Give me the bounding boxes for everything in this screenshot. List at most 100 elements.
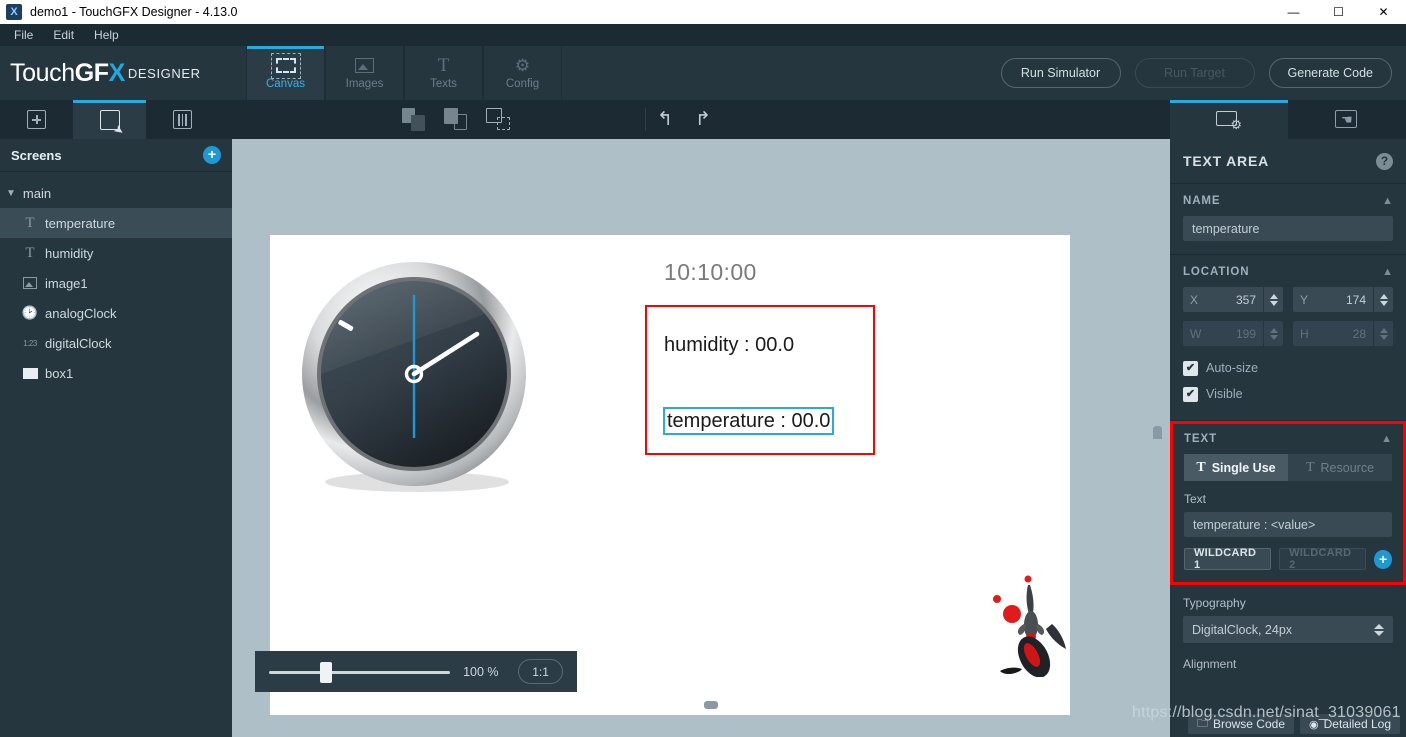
tree-item-box1[interactable]: box1: [0, 358, 232, 388]
autosize-label: Auto-size: [1206, 361, 1259, 375]
tree-item-label: humidity: [45, 245, 94, 261]
visible-checkbox[interactable]: ✔: [1183, 386, 1198, 402]
temperature-text-widget[interactable]: temperature : 00.0: [663, 407, 835, 435]
detailed-log-button[interactable]: ◉ Detailed Log: [1300, 714, 1400, 734]
analog-clock-widget[interactable]: [295, 258, 535, 498]
maximize-button[interactable]: ☐: [1316, 0, 1361, 24]
resource-label: Resource: [1320, 460, 1375, 475]
text-section-header[interactable]: TEXT ▲: [1184, 433, 1392, 445]
canvas-area[interactable]: 10:10:00 humidity : 00.0 temperature : 0…: [232, 139, 1170, 737]
visible-row[interactable]: ✔ Visible: [1183, 381, 1393, 407]
canvas-right-handle[interactable]: [1153, 426, 1162, 439]
name-input[interactable]: temperature: [1183, 216, 1393, 241]
zoom-slider-thumb[interactable]: [320, 661, 332, 683]
select-region-button[interactable]: [478, 100, 520, 139]
text-source-toggle: T Single Use T Resource: [1184, 454, 1392, 481]
tab-widget-properties[interactable]: ⚙: [1170, 100, 1288, 139]
w-input: W 199: [1183, 321, 1263, 346]
image-icon: [22, 277, 38, 289]
tree-item-digitalclock[interactable]: 1:23 digitalClock: [0, 328, 232, 358]
tab-interactions[interactable]: ☚: [1288, 100, 1406, 139]
add-wildcard-button[interactable]: +: [1374, 549, 1392, 569]
window-controls: — ☐ ✕: [1271, 0, 1406, 24]
tab-texts[interactable]: T Texts: [404, 46, 483, 100]
typography-select[interactable]: DigitalClock, 24px: [1183, 616, 1393, 643]
folder-icon: 🗀: [1196, 717, 1208, 730]
zoom-slider[interactable]: [269, 661, 451, 683]
browse-code-button[interactable]: 🗀 Browse Code: [1187, 714, 1294, 734]
bring-to-front-button[interactable]: [394, 100, 436, 139]
canvas-bottom-handle[interactable]: [704, 701, 718, 709]
add-widget-icon: [27, 110, 46, 129]
tree-item-humidity[interactable]: T humidity: [0, 238, 232, 268]
digital-clock-widget[interactable]: 10:10:00: [664, 259, 757, 286]
brand-part1: Touch: [10, 58, 75, 87]
menu-file[interactable]: File: [4, 26, 43, 44]
add-widget-button[interactable]: [0, 100, 73, 139]
menu-edit[interactable]: Edit: [43, 26, 84, 44]
tab-texts-label: Texts: [430, 77, 457, 90]
x-stepper[interactable]: [1264, 287, 1283, 312]
canvas-page[interactable]: 10:10:00 humidity : 00.0 temperature : 0…: [270, 235, 1070, 715]
tab-images[interactable]: Images: [325, 46, 404, 100]
redo-button[interactable]: ↱: [684, 108, 722, 131]
resource-option[interactable]: T Resource: [1288, 454, 1392, 481]
location-section-header[interactable]: LOCATION ▲: [1183, 266, 1393, 278]
text-t-icon: T: [437, 55, 450, 76]
tab-canvas[interactable]: Canvas: [246, 46, 325, 100]
clock-icon: 🕑: [21, 305, 39, 320]
x-input[interactable]: X 357: [1183, 287, 1263, 312]
y-input[interactable]: Y 174: [1293, 287, 1373, 312]
zoom-bar: 100 % 1:1: [255, 651, 577, 692]
tree-item-analogclock[interactable]: 🕑 analogClock: [0, 298, 232, 328]
chevron-up-icon[interactable]: ▲: [1381, 433, 1392, 445]
single-use-option[interactable]: T Single Use: [1184, 454, 1288, 481]
help-icon[interactable]: ?: [1376, 152, 1393, 170]
close-button[interactable]: ✕: [1361, 0, 1406, 24]
tab-config[interactable]: ⚙ Config: [483, 46, 562, 100]
add-screen-button[interactable]: +: [203, 146, 221, 164]
tree-item-image1[interactable]: image1: [0, 268, 232, 298]
tree-root-main[interactable]: ▼ main: [0, 178, 232, 208]
select-region-icon: [486, 107, 512, 132]
minimize-button[interactable]: —: [1271, 0, 1316, 24]
screens-panel: Screens + ▼ main T temperature T humidit…: [0, 139, 232, 737]
chevron-up-icon[interactable]: ▲: [1382, 195, 1393, 207]
tab-canvas-label: Canvas: [266, 77, 305, 90]
w-stepper: [1264, 321, 1283, 346]
run-simulator-button[interactable]: Run Simulator: [1000, 58, 1121, 88]
autosize-row[interactable]: ✔ Auto-size: [1183, 355, 1393, 381]
log-icon: ◉: [1309, 718, 1319, 731]
y-stepper[interactable]: [1374, 287, 1393, 312]
mixer-button[interactable]: [146, 100, 219, 139]
select-screen-button[interactable]: [73, 100, 146, 139]
name-section-title: NAME: [1183, 195, 1221, 207]
top-actions: Run Simulator Run Target Generate Code: [1000, 46, 1406, 100]
analog-clock-icon: [302, 262, 526, 492]
humidity-text-widget[interactable]: humidity : 00.0: [664, 334, 794, 357]
zoom-slider-track: [269, 670, 451, 674]
screens-tree: ▼ main T temperature T humidity image1 🕑…: [0, 172, 232, 737]
zoom-reset-button[interactable]: 1:1: [518, 659, 563, 684]
autosize-checkbox[interactable]: ✔: [1183, 360, 1198, 376]
name-section-header[interactable]: NAME ▲: [1183, 195, 1393, 207]
undo-redo-group: ↰ ↱: [646, 100, 722, 139]
status-bar: 🗀 Browse Code ◉ Detailed Log: [1170, 711, 1406, 737]
chevron-up-icon[interactable]: ▲: [1382, 266, 1393, 278]
wildcard-1-button[interactable]: WILDCARD 1: [1184, 547, 1272, 571]
properties-title: TEXT AREA: [1183, 153, 1270, 169]
screens-panel-header: Screens +: [0, 139, 232, 172]
typography-stepper[interactable]: [1374, 623, 1384, 636]
brand-logo: Touch GF X DESIGNER: [0, 46, 246, 100]
run-target-button: Run Target: [1134, 58, 1255, 88]
location-section: LOCATION ▲ X 357 Y 174 W 199 H 28 ✔ Auto…: [1170, 255, 1406, 421]
screens-title: Screens: [11, 147, 62, 163]
send-to-back-button[interactable]: [436, 100, 478, 139]
koi-fish-image[interactable]: [982, 567, 1074, 677]
undo-button[interactable]: ↰: [646, 108, 684, 131]
send-to-back-icon: [444, 107, 470, 132]
generate-code-button[interactable]: Generate Code: [1268, 58, 1392, 88]
menu-help[interactable]: Help: [84, 26, 129, 44]
text-input[interactable]: temperature : <value>: [1184, 512, 1392, 537]
tree-item-temperature[interactable]: T temperature: [0, 208, 232, 238]
